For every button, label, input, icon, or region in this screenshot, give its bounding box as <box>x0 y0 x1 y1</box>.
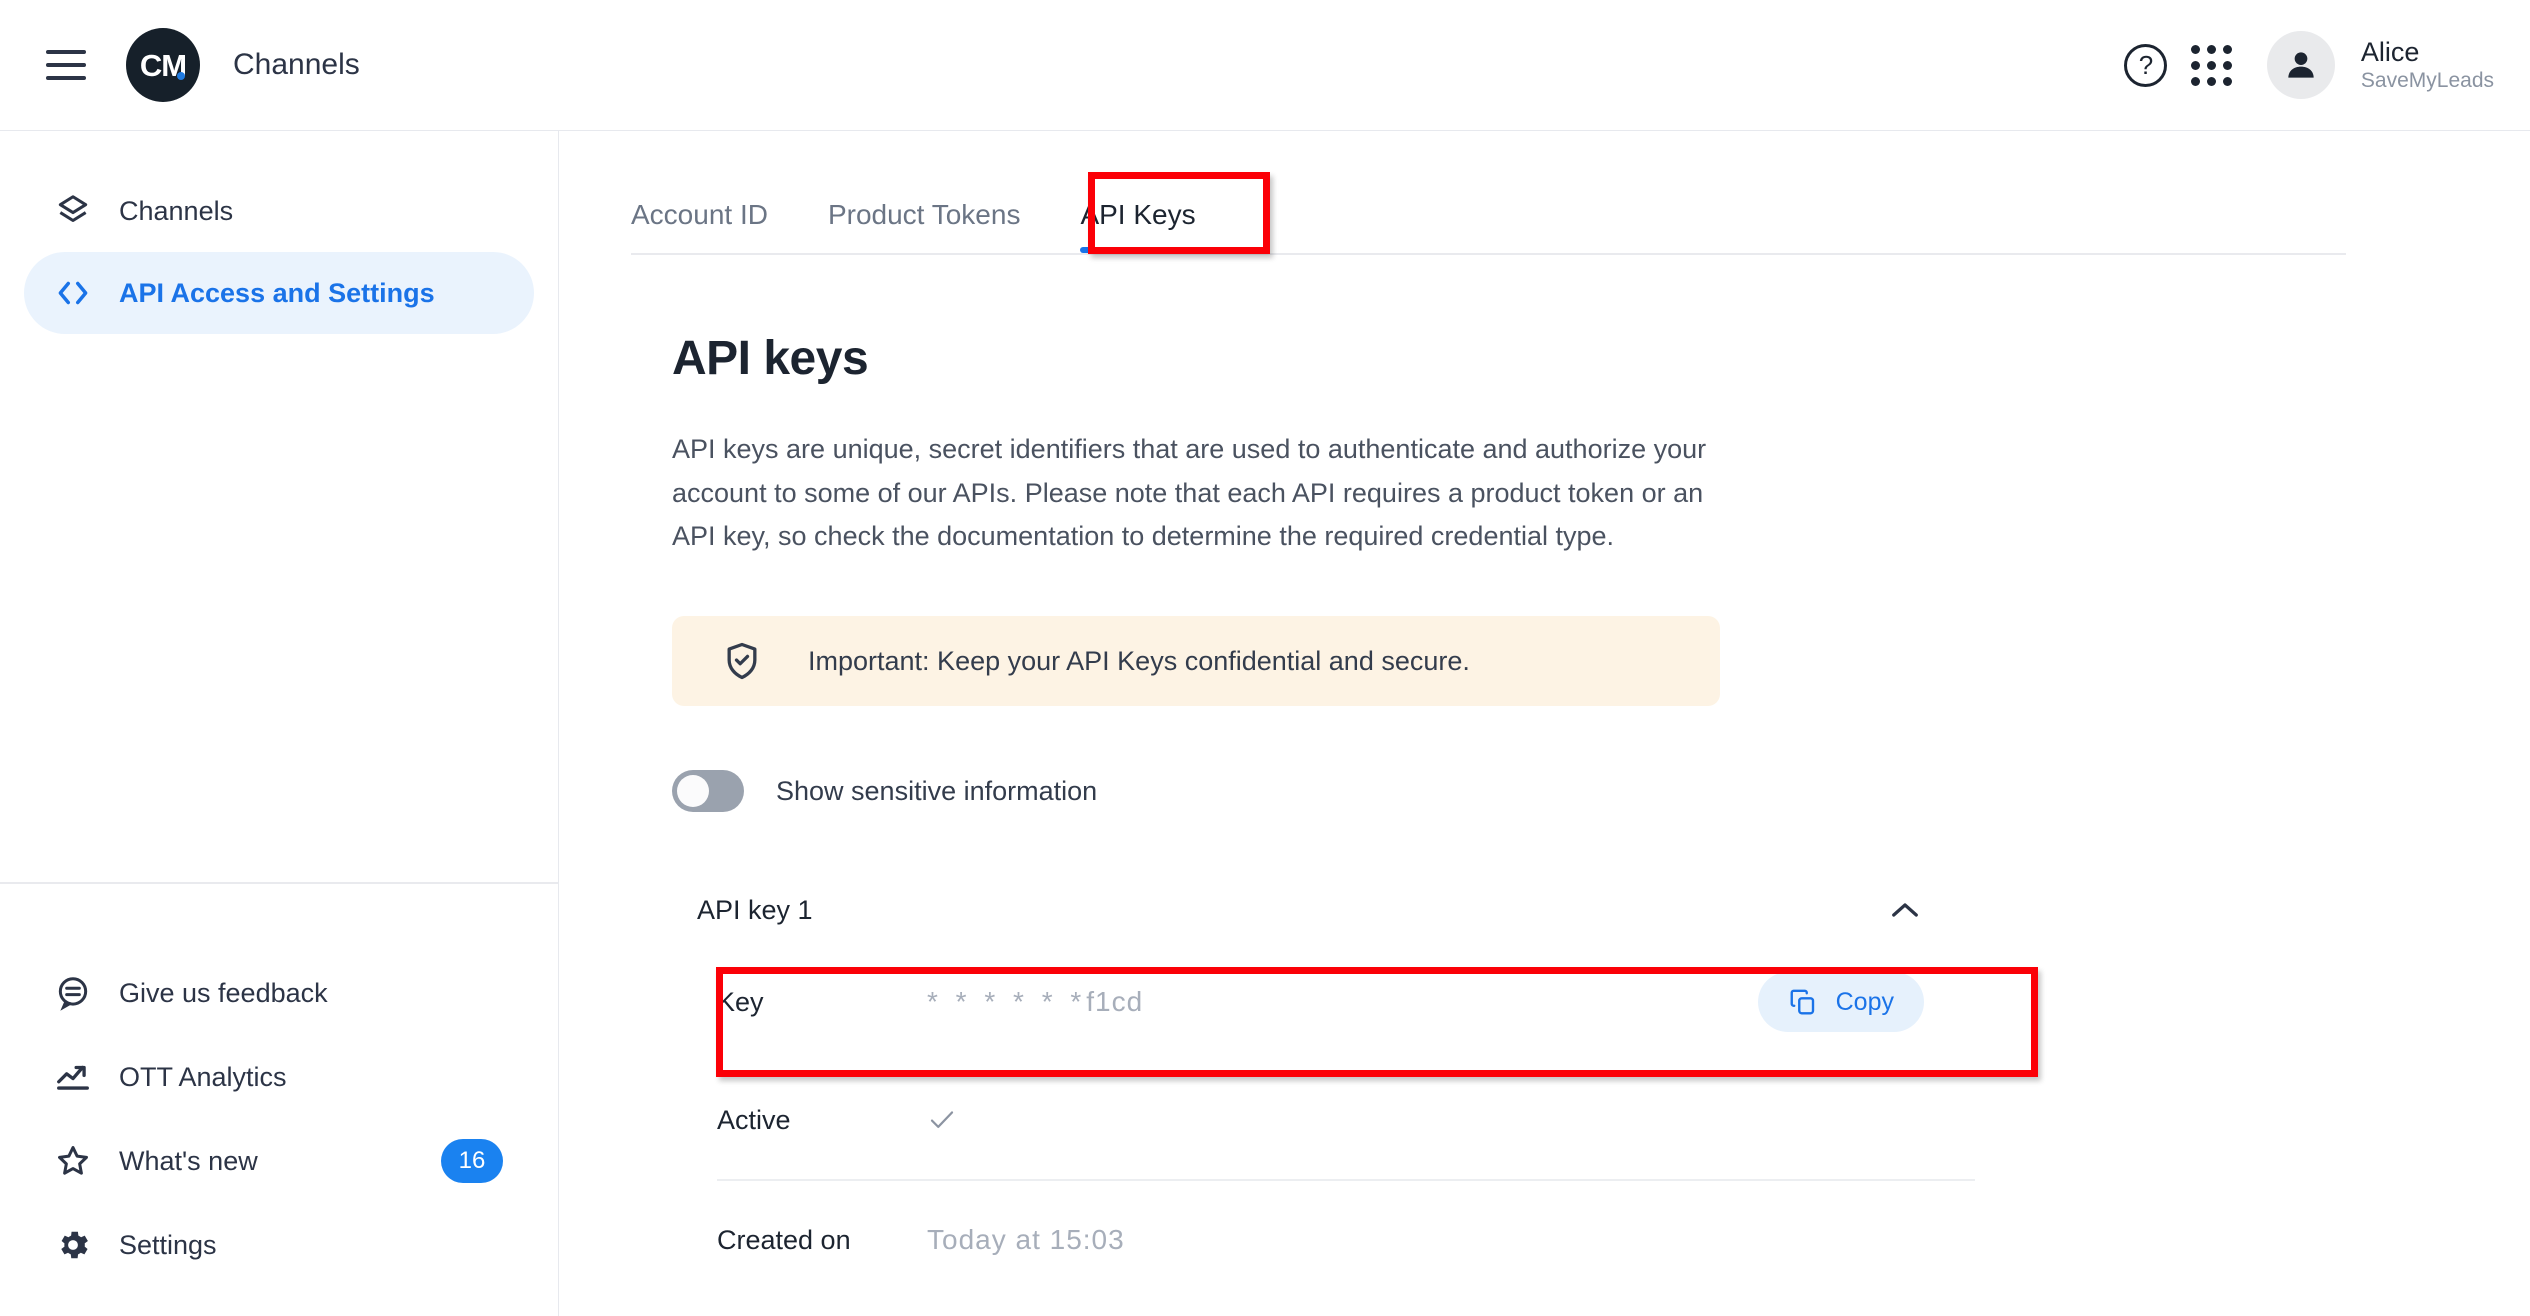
copy-button[interactable]: Copy <box>1757 972 1924 1033</box>
masked-stars: * * * * * * <box>927 986 1087 1018</box>
created-on-value: Today at 15:03 <box>927 1224 1125 1256</box>
app-root: CM Channels ? Alice SaveMyLeads Channels… <box>0 0 2530 1316</box>
tab-underline <box>631 253 2346 255</box>
row-label: Active <box>717 1104 791 1135</box>
api-key-masked-value: * * * * * *f1cd <box>927 986 1143 1018</box>
sidebar-bottom-nav: Give us feedback OTT Analytics What's ne… <box>0 951 559 1287</box>
api-keys-panel: API keys API keys are unique, secret ide… <box>672 331 1975 1299</box>
notice-text: Important: Keep your API Keys confidenti… <box>808 645 1470 676</box>
feedback-chat-icon <box>52 972 94 1014</box>
sidebar-item-label: Channels <box>119 195 234 226</box>
tab-bar: Account ID Product Tokens API Keys <box>631 171 2346 255</box>
copy-button-label: Copy <box>1835 987 1894 1016</box>
toggle-knob <box>677 775 709 808</box>
row-label: Key <box>717 986 764 1017</box>
cm-logo[interactable]: CM <box>126 28 200 102</box>
code-brackets-icon <box>52 272 94 314</box>
sidebar-item-api-access-and-settings[interactable]: API Access and Settings <box>24 252 534 334</box>
top-bar: CM Channels ? Alice SaveMyLeads <box>0 0 2530 131</box>
question-mark-icon: ? <box>2124 43 2168 87</box>
sidebar-item-whats-new[interactable]: What's new 16 <box>24 1119 535 1203</box>
sidebar-item-ott-analytics[interactable]: OTT Analytics <box>24 1035 535 1119</box>
key-tail: f1cd <box>1086 986 1144 1018</box>
copy-icon <box>1788 987 1818 1017</box>
tab-api-keys[interactable]: API Keys <box>1080 199 1196 253</box>
hamburger-menu-icon[interactable] <box>46 50 86 80</box>
sidebar-divider <box>0 882 558 884</box>
user-info[interactable]: Alice SaveMyLeads <box>2361 37 2494 94</box>
help-button[interactable]: ? <box>2113 32 2179 98</box>
table-row-key: Key * * * * * *f1cd Copy <box>672 943 1962 1061</box>
tab-account-id[interactable]: Account ID <box>631 199 768 253</box>
sidebar-item-give-us-feedback[interactable]: Give us feedback <box>24 951 535 1035</box>
avatar[interactable] <box>2266 31 2335 99</box>
sidebar-item-label: Settings <box>119 1229 217 1260</box>
show-sensitive-information-toggle[interactable] <box>672 770 744 813</box>
trending-up-icon <box>52 1056 94 1098</box>
logo-dot <box>177 72 185 80</box>
shield-check-icon <box>720 639 764 683</box>
check-icon <box>927 1105 957 1135</box>
gear-icon <box>52 1224 94 1266</box>
sidebar-item-label: API Access and Settings <box>119 277 435 308</box>
accordion-header[interactable]: API key 1 <box>672 877 1962 943</box>
page-description: API keys are unique, secret identifiers … <box>672 434 1707 552</box>
main-content: Account ID Product Tokens API Keys API k… <box>559 131 2530 1316</box>
star-icon <box>52 1140 94 1182</box>
sidebar-item-settings[interactable]: Settings <box>24 1203 535 1287</box>
table-row-active: Active <box>672 1061 1962 1179</box>
page-title: API keys <box>672 332 869 385</box>
user-org: SaveMyLeads <box>2360 68 2494 92</box>
status-badge: 16 <box>441 1139 503 1183</box>
api-key-1-accordion: API key 1 Key * * * * * *f1cd Copy Activ… <box>672 877 1975 1299</box>
sidebar-item-channels[interactable]: Channels <box>24 170 534 252</box>
app-title: Channels <box>233 48 360 81</box>
tab-product-tokens[interactable]: Product Tokens <box>828 199 1021 253</box>
layers-icon <box>52 190 94 232</box>
sidebar-item-label: OTT Analytics <box>119 1061 287 1092</box>
grid-apps-icon <box>2191 44 2233 86</box>
sidebar: Channels API Access and Settings Give us… <box>0 131 559 1316</box>
user-name: Alice <box>2360 36 2420 67</box>
table-row-created-on: Created on Today at 15:03 <box>672 1181 1962 1299</box>
top-bar-actions: ? Alice SaveMyLeads <box>2113 31 2494 99</box>
show-sensitive-toggle-row: Show sensitive information <box>672 770 1972 813</box>
sidebar-item-label: What's new <box>119 1145 258 1176</box>
toggle-label: Show sensitive information <box>776 775 1098 806</box>
person-icon <box>2288 52 2314 78</box>
sidebar-item-label: Give us feedback <box>119 977 328 1008</box>
accordion-title: API key 1 <box>697 894 813 925</box>
row-label: Created on <box>717 1224 851 1255</box>
chevron-up-icon[interactable] <box>1890 901 1920 919</box>
tab-row: Account ID Product Tokens API Keys <box>631 171 2346 253</box>
important-notice-banner: Important: Keep your API Keys confidenti… <box>672 616 1720 707</box>
apps-button[interactable] <box>2179 32 2245 98</box>
